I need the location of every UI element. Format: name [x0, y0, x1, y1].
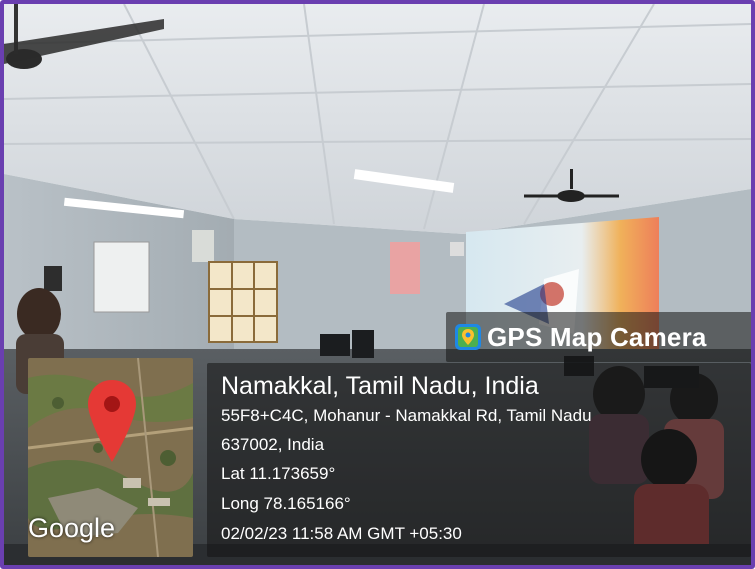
app-watermark: GPS Map Camera — [446, 312, 751, 362]
gps-map-camera-app-icon — [455, 324, 481, 350]
map-thumbnail[interactable]: Google — [28, 358, 193, 557]
wall-chart — [93, 241, 150, 313]
latitude-value: Lat 11.173659° — [221, 464, 336, 483]
window — [208, 261, 278, 343]
location-pin-icon — [88, 380, 136, 462]
address-line-2: 637002, India — [221, 435, 325, 454]
address-line-1: 55F8+C4C, Mohanur - Namakkal Rd, Tamil N… — [221, 406, 592, 425]
longitude-value: Long 78.165166° — [221, 494, 351, 513]
app-name: GPS Map Camera — [487, 322, 707, 352]
location-title: Namakkal, Tamil Nadu, India — [221, 372, 539, 400]
wall-poster — [390, 242, 420, 294]
google-attribution: Google — [28, 513, 116, 543]
location-info-panel: Namakkal, Tamil Nadu, India 55F8+C4C, Mo… — [207, 363, 751, 557]
photo-frame: GPS Map Camera Google Namakkal, Tamil Na… — [0, 0, 755, 569]
timestamp: 02/02/23 11:58 AM GMT +05:30 — [221, 524, 462, 543]
